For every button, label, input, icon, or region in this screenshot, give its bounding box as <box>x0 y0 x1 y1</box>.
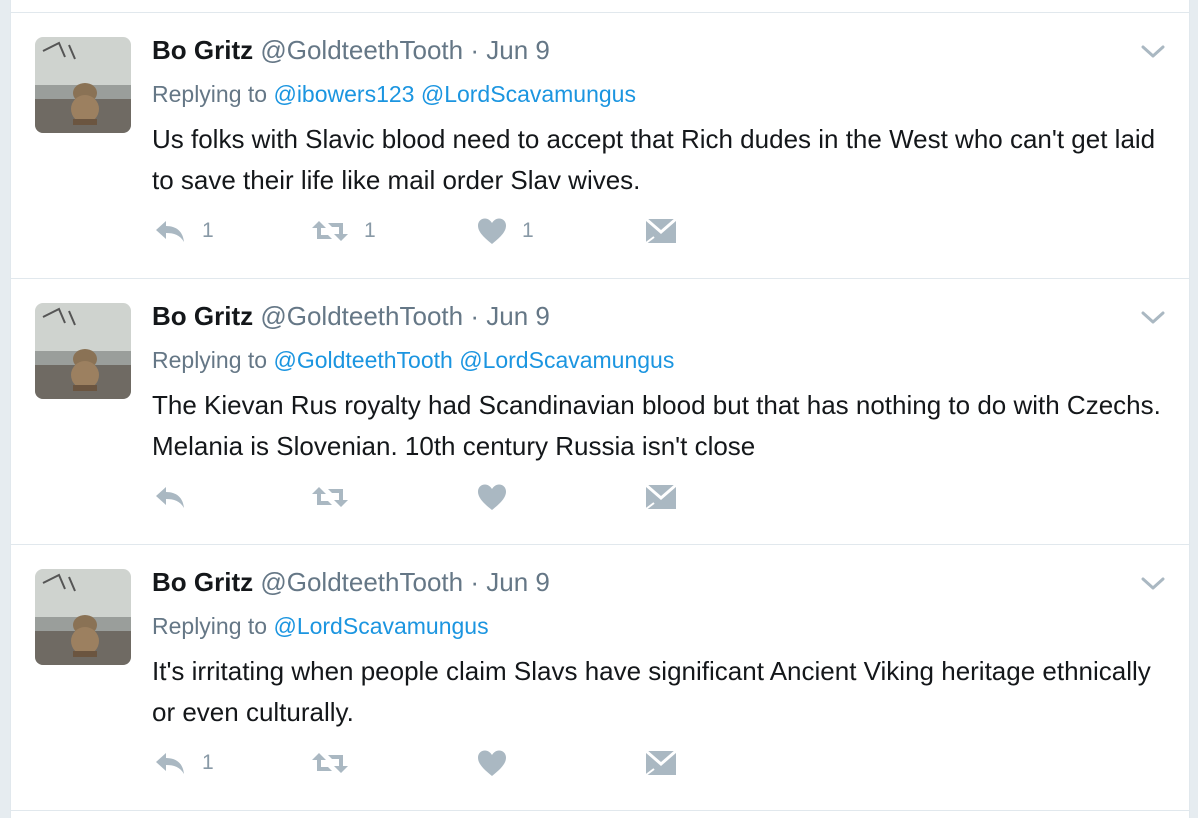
author-handle[interactable]: @GoldteethTooth <box>260 301 463 331</box>
divider <box>11 810 1189 811</box>
chevron-down-icon[interactable] <box>1139 573 1167 593</box>
tweet-actions <box>152 477 712 517</box>
retweet-icon <box>312 753 348 773</box>
reply-count: 1 <box>202 751 214 774</box>
mention-link[interactable]: @LordScavamungus <box>421 81 636 107</box>
separator: · <box>470 567 479 597</box>
tweet[interactable]: Bo Gritz @GoldteethTooth · Jun 9 Replyin… <box>11 544 1189 809</box>
envelope-icon <box>645 217 677 244</box>
author-name[interactable]: Bo Gritz <box>152 301 253 331</box>
timestamp[interactable]: Jun 9 <box>486 301 550 331</box>
timestamp[interactable]: Jun 9 <box>486 35 550 65</box>
replying-label: Replying to <box>152 81 268 107</box>
timeline: Bo Gritz @GoldteethTooth · Jun 9 Replyin… <box>10 0 1190 818</box>
tweet-header: Bo Gritz @GoldteethTooth · Jun 9 <box>152 35 550 66</box>
mention-link[interactable]: @LordScavamungus <box>459 347 674 373</box>
tweet[interactable]: Bo Gritz @GoldteethTooth · Jun 9 Replyin… <box>11 12 1189 277</box>
replying-to: Replying to @LordScavamungus <box>152 613 489 640</box>
reply-icon <box>156 221 184 242</box>
tweet-actions: 1 1 1 <box>152 211 712 251</box>
replying-label: Replying to <box>152 613 268 639</box>
separator: · <box>470 301 479 331</box>
tweet-actions: 1 <box>152 743 712 783</box>
mention-link[interactable]: @ibowers123 <box>273 81 414 107</box>
retweet-count: 1 <box>364 219 376 242</box>
tweet-header: Bo Gritz @GoldteethTooth · Jun 9 <box>152 567 550 598</box>
message-button[interactable] <box>644 477 678 517</box>
separator: · <box>470 35 479 65</box>
heart-icon <box>478 218 506 244</box>
envelope-icon <box>645 749 677 776</box>
reply-button[interactable] <box>152 477 202 517</box>
reply-icon <box>156 753 184 774</box>
timestamp[interactable]: Jun 9 <box>486 567 550 597</box>
tweet[interactable]: Bo Gritz @GoldteethTooth · Jun 9 Replyin… <box>11 278 1189 543</box>
reply-button[interactable]: 1 <box>152 211 214 251</box>
tweet-text: It's irritating when people claim Slavs … <box>152 656 1151 727</box>
reply-button[interactable]: 1 <box>152 743 214 783</box>
retweet-button[interactable]: 1 <box>310 211 376 251</box>
author-handle[interactable]: @GoldteethTooth <box>260 35 463 65</box>
like-button[interactable] <box>476 743 522 783</box>
author-name[interactable]: Bo Gritz <box>152 35 253 65</box>
author-handle[interactable]: @GoldteethTooth <box>260 567 463 597</box>
like-button[interactable] <box>476 477 522 517</box>
avatar[interactable] <box>35 569 131 665</box>
heart-icon <box>478 750 506 776</box>
heart-icon <box>478 484 506 510</box>
retweet-button[interactable] <box>310 477 364 517</box>
chevron-down-icon[interactable] <box>1139 41 1167 61</box>
reply-count: 1 <box>202 219 214 242</box>
like-button[interactable]: 1 <box>476 211 534 251</box>
mention-link[interactable]: @LordScavamungus <box>273 613 488 639</box>
envelope-icon <box>645 483 677 510</box>
replying-to: Replying to @ibowers123 @LordScavamungus <box>152 81 636 108</box>
avatar[interactable] <box>35 303 131 399</box>
tweet-text: The Kievan Rus royalty had Scandinavian … <box>152 390 1161 461</box>
retweet-icon <box>312 221 348 241</box>
tweet-header: Bo Gritz @GoldteethTooth · Jun 9 <box>152 301 550 332</box>
avatar[interactable] <box>35 37 131 133</box>
retweet-button[interactable] <box>310 743 364 783</box>
replying-label: Replying to <box>152 347 268 373</box>
message-button[interactable] <box>644 211 678 251</box>
author-name[interactable]: Bo Gritz <box>152 567 253 597</box>
replying-to: Replying to @GoldteethTooth @LordScavamu… <box>152 347 674 374</box>
tweet-text: Us folks with Slavic blood need to accep… <box>152 124 1156 195</box>
mention-link[interactable]: @GoldteethTooth <box>273 347 452 373</box>
chevron-down-icon[interactable] <box>1139 307 1167 327</box>
reply-icon <box>156 487 184 508</box>
like-count: 1 <box>522 219 534 242</box>
message-button[interactable] <box>644 743 678 783</box>
retweet-icon <box>312 487 348 507</box>
